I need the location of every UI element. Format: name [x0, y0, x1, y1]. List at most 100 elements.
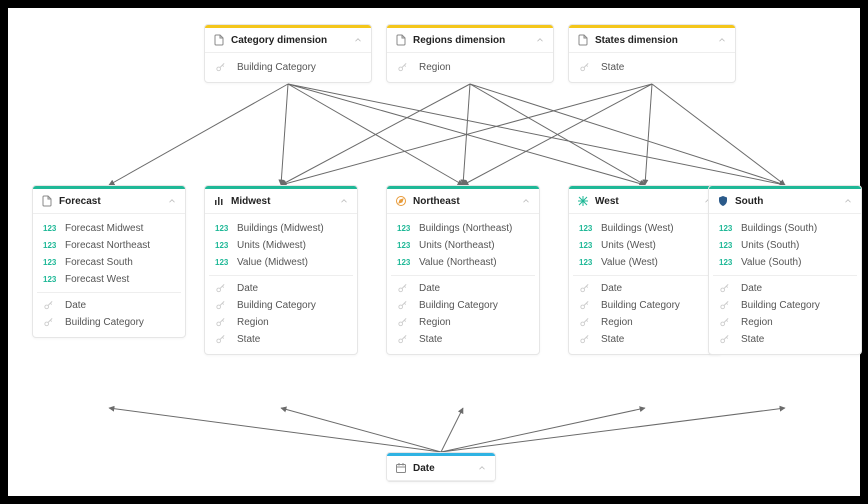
top-0-card[interactable]: Category dimension Building Category [204, 24, 372, 83]
separator [209, 275, 353, 276]
chevron-up-icon[interactable] [477, 463, 487, 473]
mid-0-field[interactable]: 123Forecast Midwest [37, 220, 181, 237]
field-label: State [601, 334, 624, 345]
mid-2-field[interactable]: Date [391, 280, 535, 297]
chevron-up-icon[interactable] [353, 35, 363, 45]
mid-0-header[interactable]: Forecast [33, 189, 185, 214]
mid-1-field[interactable]: 123Units (Midwest) [209, 237, 353, 254]
mid-1-field[interactable]: Building Category [209, 297, 353, 314]
top-2-field[interactable]: State [573, 59, 731, 76]
mid-2-card[interactable]: Northeast 123Buildings (Northeast)123Unit… [386, 185, 540, 355]
mid-3-field[interactable]: 123Value (West) [573, 254, 717, 271]
mid-4-field[interactable]: 123Units (South) [713, 237, 857, 254]
top-2-header[interactable]: States dimension [569, 28, 735, 53]
mid-3-field[interactable]: 123Units (West) [573, 237, 717, 254]
mid-0-field[interactable]: Building Category [37, 314, 181, 331]
top-0-header[interactable]: Category dimension [205, 28, 371, 53]
chevron-up-icon[interactable] [535, 35, 545, 45]
field-label: Forecast West [65, 274, 129, 285]
number-icon: 123 [719, 258, 735, 267]
mid-4-field[interactable]: 123Value (South) [713, 254, 857, 271]
number-icon: 123 [719, 224, 735, 233]
mid-1-field[interactable]: 123Buildings (Midwest) [209, 220, 353, 237]
key-icon [579, 300, 595, 311]
mid-3-field[interactable]: Building Category [573, 297, 717, 314]
calendar-icon [395, 462, 407, 474]
mid-4-field[interactable]: 123 Buildings (South) [713, 220, 857, 237]
mid-1-field[interactable]: State [209, 331, 353, 348]
field-label: Forecast Midwest [65, 223, 143, 234]
mid-1-card[interactable]: Midwest 123Buildings (Midwest)123Units (M… [204, 185, 358, 355]
key-icon [579, 334, 595, 345]
field-label: Buildings (South) [741, 223, 817, 234]
mid-0-field[interactable]: Date [37, 297, 181, 314]
key-icon [215, 317, 231, 328]
top-1-field[interactable]: Region [391, 59, 549, 76]
mid-0-card[interactable]: Forecast123Forecast Midwest123Forecast N… [32, 185, 186, 338]
separator [713, 275, 857, 276]
top-1-header[interactable]: Regions dimension [387, 28, 553, 53]
mid-1-header[interactable]: Midwest [205, 189, 357, 214]
bottom-date-card[interactable]: Date [386, 452, 496, 482]
chevron-up-icon[interactable] [167, 196, 177, 206]
field-label: Forecast South [65, 257, 133, 268]
field-label: Units (South) [741, 240, 799, 251]
mid-3-field[interactable]: Date [573, 280, 717, 297]
number-icon: 123 [397, 224, 413, 233]
top-0-field[interactable]: Building Category [209, 59, 367, 76]
mid-2-field[interactable]: 123Value (Northeast) [391, 254, 535, 271]
separator [37, 292, 181, 293]
chevron-up-icon[interactable] [717, 35, 727, 45]
mid-0-field[interactable]: 123Forecast Northeast [37, 237, 181, 254]
mid-2-field[interactable]: State [391, 331, 535, 348]
mid-4-header[interactable]: South [709, 189, 861, 214]
mid-2-field[interactable]: Region [391, 314, 535, 331]
chevron-up-icon[interactable] [339, 196, 349, 206]
field-label: Region [237, 317, 269, 328]
chevron-up-icon[interactable] [843, 196, 853, 206]
mid-2-field[interactable]: Building Category [391, 297, 535, 314]
chevron-up-icon[interactable] [521, 196, 531, 206]
key-icon [579, 317, 595, 328]
mid-2-field[interactable]: 123Units (Northeast) [391, 237, 535, 254]
key-icon [215, 300, 231, 311]
mid-3-header[interactable]: West [569, 189, 721, 214]
mid-4-field[interactable]: Region [713, 314, 857, 331]
key-icon [719, 317, 735, 328]
number-icon: 123 [579, 258, 595, 267]
field-label: Units (Midwest) [237, 240, 306, 251]
card-title: West [595, 196, 697, 207]
mid-4-field[interactable]: Date [713, 280, 857, 297]
top-2-card[interactable]: States dimension State [568, 24, 736, 83]
field-label: Value (Midwest) [237, 257, 308, 268]
mid-3-card[interactable]: West123Buildings (West)123Units (West)12… [568, 185, 722, 355]
card-title: States dimension [595, 35, 711, 46]
field-label: State [601, 62, 624, 73]
mid-3-body: 123Buildings (West)123Units (West)123Val… [569, 214, 721, 354]
mid-1-field[interactable]: 123Value (Midwest) [209, 254, 353, 271]
key-icon [397, 334, 413, 345]
mid-0-field[interactable]: 123Forecast South [37, 254, 181, 271]
field-label: Building Category [65, 317, 144, 328]
field-label: State [419, 334, 442, 345]
key-icon [397, 317, 413, 328]
mid-0-field[interactable]: 123Forecast West [37, 271, 181, 288]
mid-2-header[interactable]: Northeast [387, 189, 539, 214]
mid-4-field[interactable]: Building Category [713, 297, 857, 314]
mid-1-field[interactable]: Region [209, 314, 353, 331]
doc-icon [577, 34, 589, 46]
shield-icon [717, 195, 729, 207]
mid-3-field[interactable]: 123Buildings (West) [573, 220, 717, 237]
mid-3-field[interactable]: State [573, 331, 717, 348]
mid-0-body: 123Forecast Midwest123Forecast Northeast… [33, 214, 185, 337]
bottom-header[interactable]: Date [387, 456, 495, 481]
mid-3-field[interactable]: Region [573, 314, 717, 331]
top-1-card[interactable]: Regions dimension Region [386, 24, 554, 83]
mid-2-field[interactable]: 123Buildings (Northeast) [391, 220, 535, 237]
mid-4-field[interactable]: State [713, 331, 857, 348]
mid-1-field[interactable]: Date [209, 280, 353, 297]
card-title: Category dimension [231, 35, 347, 46]
card-title: Northeast [413, 196, 515, 207]
field-label: Region [741, 317, 773, 328]
mid-4-card[interactable]: South123Buildings (South)123Units (South… [708, 185, 862, 355]
